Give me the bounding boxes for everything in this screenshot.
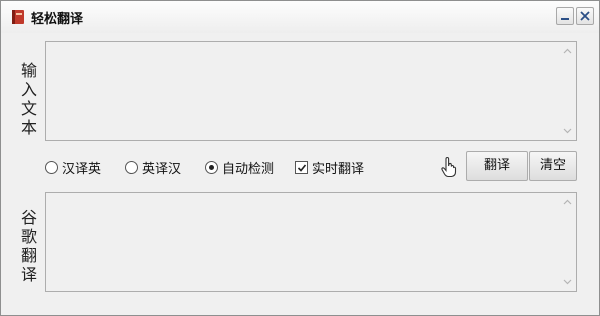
book-icon	[11, 9, 25, 25]
minimize-icon	[561, 18, 569, 20]
clear-button[interactable]: 清空	[529, 151, 577, 181]
radio-button[interactable]	[205, 160, 218, 174]
app-window: 轻松翻译 输 入 文 本 汉译英 英译汉 自动检测 实时翻译 翻译 清空 谷 歌…	[0, 0, 600, 316]
scroll-down-icon[interactable]	[563, 127, 572, 134]
close-icon	[580, 11, 590, 21]
radio-label: 英译汉	[142, 161, 182, 177]
label-char: 歌	[20, 227, 37, 246]
radio-cn-to-en[interactable]: 汉译英	[45, 158, 102, 177]
output-scrollbar[interactable]	[559, 193, 576, 291]
radio-button[interactable]	[45, 160, 58, 174]
radio-auto-detect[interactable]: 自动检测	[205, 158, 275, 177]
label-char: 输	[20, 61, 37, 80]
label-char: 翻	[20, 246, 37, 265]
translate-button[interactable]: 翻译	[466, 151, 528, 181]
input-textarea[interactable]	[45, 41, 577, 141]
title-bar[interactable]: 轻松翻译	[1, 1, 599, 33]
scroll-up-icon[interactable]	[563, 48, 572, 55]
radio-label: 汉译英	[62, 161, 102, 177]
output-textarea[interactable]	[45, 192, 577, 292]
radio-button[interactable]	[125, 160, 138, 174]
scroll-up-icon[interactable]	[563, 199, 572, 206]
label-char: 入	[20, 80, 37, 99]
checkbox[interactable]	[295, 160, 308, 174]
realtime-translate-checkbox[interactable]: 实时翻译	[295, 158, 365, 177]
input-text-label: 输 入 文 本	[19, 61, 39, 137]
label-char: 译	[20, 265, 37, 284]
label-char: 谷	[20, 208, 37, 227]
hand-pointer-icon[interactable]	[440, 156, 458, 178]
scroll-down-icon[interactable]	[563, 278, 572, 285]
minimize-button[interactable]	[556, 7, 574, 25]
input-scrollbar[interactable]	[559, 42, 576, 140]
label-char: 文	[20, 99, 37, 118]
window-title: 轻松翻译	[31, 12, 84, 27]
checkmark-icon	[297, 163, 307, 172]
checkbox-label: 实时翻译	[312, 161, 365, 177]
radio-label: 自动检测	[222, 161, 275, 177]
close-button[interactable]	[576, 7, 594, 25]
radio-en-to-cn[interactable]: 英译汉	[125, 158, 182, 177]
google-translate-label: 谷 歌 翻 译	[19, 208, 39, 284]
label-char: 本	[20, 118, 37, 137]
